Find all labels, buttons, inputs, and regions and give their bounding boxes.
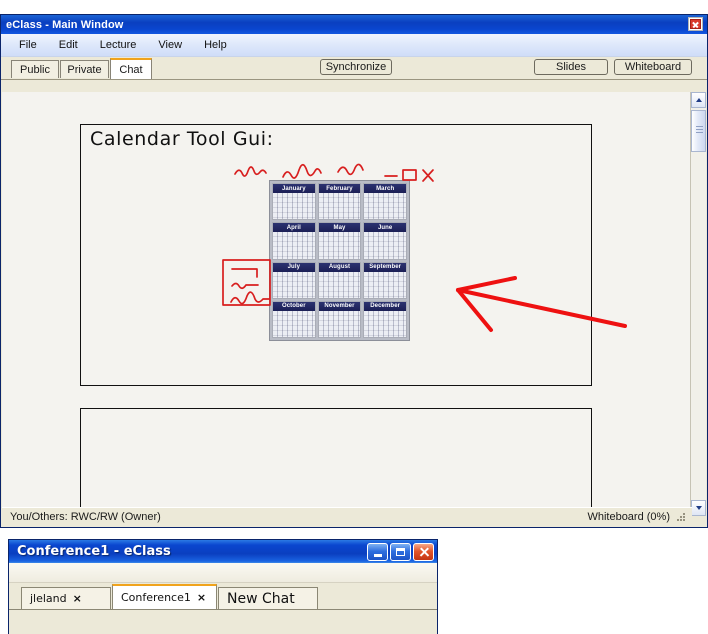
maximize-icon[interactable] xyxy=(390,543,411,561)
chat-tab-label: New Chat xyxy=(227,590,295,607)
calendar-month-grid[interactable] xyxy=(318,193,361,220)
menu-item-help[interactable]: Help xyxy=(204,39,227,51)
chevron-down-icon xyxy=(695,506,702,510)
chevron-up-icon xyxy=(695,98,702,102)
whiteboard-canvas[interactable]: Calendar Tool Gui: January February Marc… xyxy=(2,92,692,516)
whiteboard-canvas-inner: Calendar Tool Gui: January February Marc… xyxy=(2,92,692,516)
chat-tab-close-icon[interactable]: × xyxy=(197,592,206,603)
tab-chat[interactable]: Chat xyxy=(110,58,152,79)
main-window: eClass - Main Window File Edit Lecture V… xyxy=(0,14,708,528)
calendar-month-label: June xyxy=(364,223,406,233)
slides-button[interactable]: Slides xyxy=(534,59,608,75)
calendar-month-grid[interactable] xyxy=(273,193,315,220)
calendar-month-label: October xyxy=(273,301,315,311)
chat-tab-strip: jleland × Conference1 × New Chat xyxy=(9,583,437,610)
calendar-month-february[interactable]: February xyxy=(317,183,362,221)
main-window-titlebar: eClass - Main Window xyxy=(1,15,707,34)
close-icon-glyph xyxy=(690,19,701,29)
calendar-month-grid[interactable] xyxy=(318,310,361,337)
calendar-month-grid[interactable] xyxy=(318,232,361,259)
calendar-month-grid[interactable] xyxy=(364,193,406,220)
calendar-month-label: May xyxy=(318,223,361,233)
chat-window-title: Conference1 - eClass xyxy=(17,544,171,559)
menu-bar: File Edit Lecture View Help xyxy=(1,34,707,57)
calendar-month-label: September xyxy=(364,262,406,272)
calendar-month-december[interactable]: December xyxy=(363,300,407,338)
scroll-up-button[interactable] xyxy=(691,92,706,108)
menu-item-file[interactable]: File xyxy=(19,39,37,51)
chat-tab-label: jleland xyxy=(30,592,67,605)
calendar-month-label: February xyxy=(318,184,361,193)
calendar-month-grid[interactable] xyxy=(318,271,361,298)
chat-tab-jleland[interactable]: jleland × xyxy=(21,587,111,609)
calendar-month-grid[interactable] xyxy=(273,232,315,259)
calendar-month-january[interactable]: January xyxy=(272,183,316,221)
calendar-month-grid[interactable] xyxy=(273,310,315,337)
slide-panel-lower xyxy=(80,408,592,512)
calendar-month-april[interactable]: April xyxy=(272,222,316,260)
close-icon[interactable] xyxy=(688,17,703,31)
vertical-scrollbar[interactable] xyxy=(690,92,706,516)
calendar-month-september[interactable]: September xyxy=(363,261,407,299)
menu-item-lecture[interactable]: Lecture xyxy=(100,39,137,51)
chat-tab-label: Conference1 xyxy=(121,591,191,604)
calendar-month-label: July xyxy=(273,262,315,272)
calendar-month-label: August xyxy=(318,262,361,272)
tab-public[interactable]: Public xyxy=(11,60,59,78)
main-tab-strip: Public Private Chat Synchronize Slides W… xyxy=(1,57,707,80)
minimize-icon[interactable] xyxy=(367,543,388,561)
calendar-month-grid[interactable] xyxy=(364,310,406,337)
screenshot-root: eClass - Main Window File Edit Lecture V… xyxy=(0,0,708,634)
main-window-title: eClass - Main Window xyxy=(6,18,124,31)
conference-chat-window: Conference1 - eClass jleland × Conferenc… xyxy=(8,539,438,634)
menu-item-edit[interactable]: Edit xyxy=(59,39,78,51)
status-right-group: Whiteboard (0%) xyxy=(587,511,692,523)
close-icon[interactable] xyxy=(413,543,434,561)
status-permissions: You/Others: RWC/RW (Owner) xyxy=(10,511,161,523)
chat-tab-new-chat[interactable]: New Chat xyxy=(218,587,318,609)
status-whiteboard-progress: Whiteboard (0%) xyxy=(587,511,670,523)
maximize-icon-glyph xyxy=(396,548,405,556)
calendar-month-august[interactable]: August xyxy=(317,261,362,299)
resize-grip-icon[interactable] xyxy=(676,512,686,522)
calendar-month-grid[interactable] xyxy=(273,271,315,298)
menu-item-view[interactable]: View xyxy=(158,39,182,51)
calendar-month-july[interactable]: July xyxy=(272,261,316,299)
calendar-month-grid[interactable] xyxy=(364,271,406,298)
calendar-widget[interactable]: January February March April May June Ju… xyxy=(269,180,410,341)
whiteboard-button[interactable]: Whiteboard xyxy=(614,59,692,75)
scroll-down-button[interactable] xyxy=(691,500,706,516)
calendar-month-june[interactable]: June xyxy=(363,222,407,260)
chat-window-controls xyxy=(367,543,434,561)
calendar-month-november[interactable]: November xyxy=(317,300,362,338)
calendar-month-october[interactable]: October xyxy=(272,300,316,338)
calendar-month-label: March xyxy=(364,184,406,193)
chat-tab-conference1[interactable]: Conference1 × xyxy=(112,584,217,609)
synchronize-button[interactable]: Synchronize xyxy=(320,59,392,75)
chat-window-titlebar: Conference1 - eClass xyxy=(9,540,437,563)
status-bar: You/Others: RWC/RW (Owner) Whiteboard (0… xyxy=(2,507,692,526)
chat-tab-close-icon[interactable]: × xyxy=(73,593,82,604)
tab-private[interactable]: Private xyxy=(60,60,109,78)
calendar-month-label: December xyxy=(364,301,406,311)
calendar-month-label: November xyxy=(318,301,361,311)
calendar-month-may[interactable]: May xyxy=(317,222,362,260)
whiteboard-heading: Calendar Tool Gui: xyxy=(90,128,274,150)
calendar-month-label: January xyxy=(273,184,315,193)
chat-toolbar xyxy=(9,563,437,583)
calendar-month-march[interactable]: March xyxy=(363,183,407,221)
minimize-icon-glyph xyxy=(373,553,382,557)
calendar-month-label: April xyxy=(273,223,315,233)
calendar-month-grid[interactable] xyxy=(364,232,406,259)
scrollbar-thumb[interactable] xyxy=(691,110,706,152)
close-icon-glyph xyxy=(419,547,429,557)
